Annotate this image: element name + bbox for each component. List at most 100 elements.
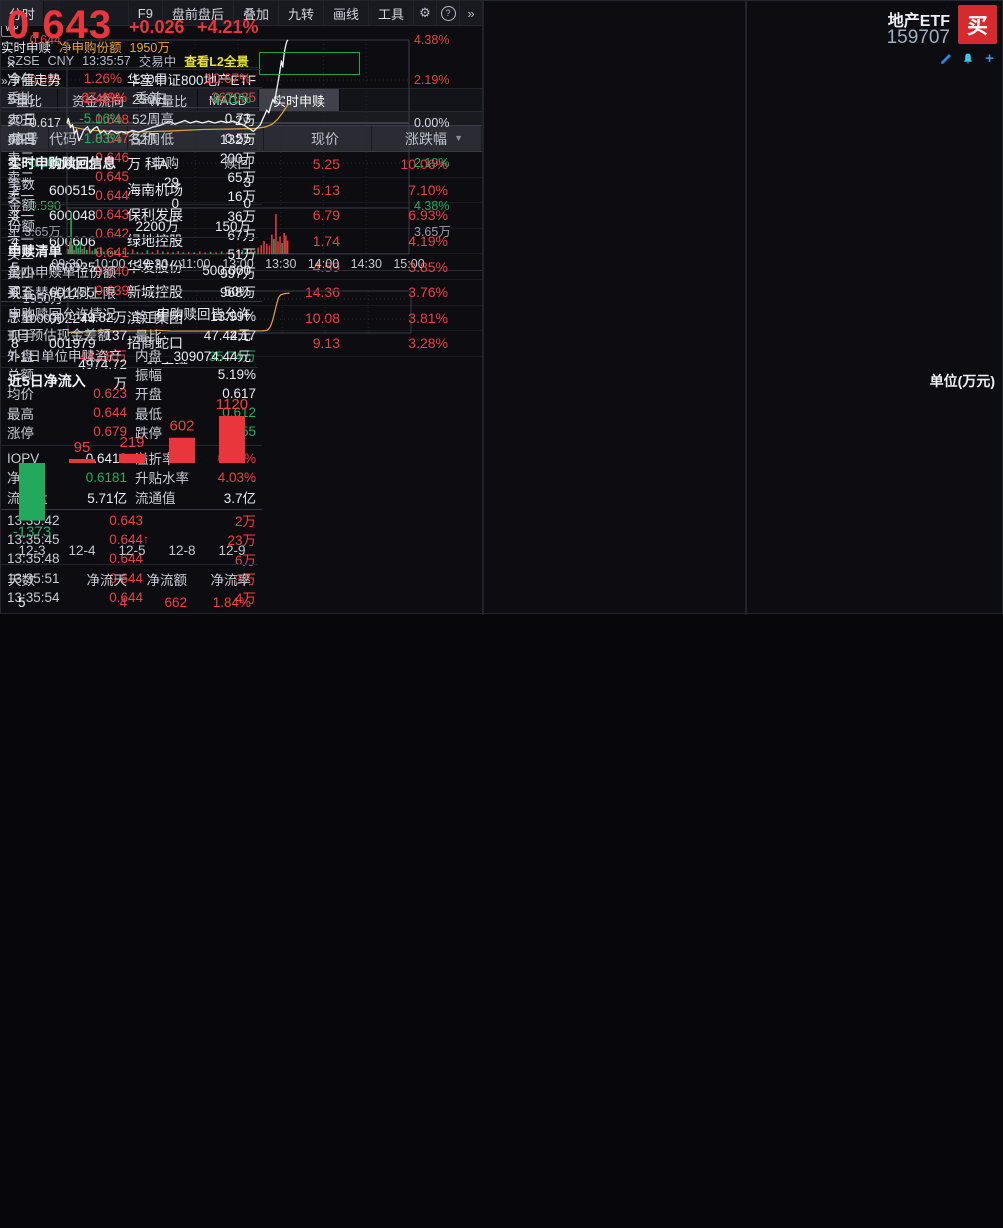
perf-value: 0.73 <box>192 111 251 126</box>
redemption-label: 现金替代比例上限 <box>8 282 224 302</box>
toolbar-item-工具[interactable]: 工具 <box>368 1 413 25</box>
performance-row: 60日-1.83% 52周低0.55 <box>1 128 258 148</box>
divider <box>1 564 258 565</box>
perf-value: 10.67% <box>192 71 251 86</box>
last-price: 0.643 <box>7 3 112 48</box>
perf-label: 今年 <box>8 68 50 88</box>
perf-value: -5.16% <box>50 111 122 126</box>
stat-value: 5.19% <box>199 367 256 382</box>
subscription-label: 金额 <box>8 194 116 214</box>
more-dots-icon[interactable]: ... <box>240 242 251 257</box>
divider <box>482 1 484 615</box>
edit-pencil-icon[interactable] <box>939 52 952 65</box>
cell-price: 8.18 <box>264 361 372 364</box>
net-inflow-unit: 单位(万元) <box>930 371 995 391</box>
subscription-col1: 申购 <box>116 152 179 172</box>
perf-label: 52周低 <box>132 128 192 148</box>
perf-value: 1.42% <box>50 91 122 106</box>
subscription-col2: 赎回 <box>179 152 251 172</box>
svg-text:12-5: 12-5 <box>118 543 145 558</box>
price-change: +0.026 <box>129 17 185 38</box>
cell-change: 3.28% <box>372 335 482 351</box>
flow-footer-values: 546621.84% <box>1 593 258 611</box>
trading-terminal: 分时 ▾ F9盘前盘后叠加九转画线工具 ⚙ ? » 159707[地产ETF] … <box>0 0 1003 614</box>
perf-label: 120日 <box>132 68 192 88</box>
flow-footer-label: 净流率 <box>187 569 251 589</box>
flow-footer-value: 662 <box>127 595 187 610</box>
cell-change: 6.93% <box>372 207 482 223</box>
svg-text:12-8: 12-8 <box>168 543 195 558</box>
toolbar-item-九转[interactable]: 九转 <box>278 1 323 25</box>
cell-change: 3.76% <box>372 284 482 300</box>
divider <box>1 367 258 368</box>
perf-label: 20日 <box>8 108 50 128</box>
redemption-row: 最小申赎单位份额500,000 <box>1 260 258 281</box>
redemption-label: T-1日单位申赎资产 <box>8 345 174 365</box>
add-plus-icon[interactable]: + <box>983 52 996 65</box>
redemption-row: T日预估现金差额47.44元 <box>1 323 258 344</box>
redemption-label: T日预估现金差额 <box>8 324 204 344</box>
flow-footer-value: 5 <box>8 595 58 610</box>
subscription-value: 0 <box>116 196 179 211</box>
settings-gear-icon[interactable]: ⚙ <box>413 1 436 25</box>
svg-text:4.38%: 4.38% <box>414 33 449 47</box>
flow-footer-value: 4 <box>58 595 127 610</box>
subscription-value: 0 <box>179 196 251 211</box>
perf-label: 52周高 <box>132 108 192 128</box>
cell-change: 10.06% <box>372 156 482 172</box>
info-panel: 地产ETF 159707 买 + 今年1.26%120日10.67%5日1.42… <box>1 978 258 1228</box>
svg-text:12-9: 12-9 <box>218 543 245 558</box>
perf-value: 0.55 <box>192 131 251 146</box>
cell-change: 2.00% <box>372 361 482 364</box>
alert-bell-icon[interactable] <box>961 52 974 65</box>
redemption-value: 47.44元 <box>204 324 251 344</box>
svg-text:-1373: -1373 <box>13 524 51 541</box>
perf-label: 5日 <box>8 88 50 108</box>
svg-text:95: 95 <box>74 439 91 456</box>
exchange: SZSE <box>7 54 40 68</box>
net-inflow-bar-chart: -137312-39512-421912-560212-8112012-9 <box>1 389 258 563</box>
subscription-header: 实时申购赎回信息申购赎回 <box>1 151 258 172</box>
cell-change: 7.10% <box>372 182 482 198</box>
subscription-value: 2200万 <box>116 215 179 235</box>
cell-change: 4.19% <box>372 233 482 249</box>
table-header-c-chg[interactable]: 涨跌幅▼ <box>372 126 482 151</box>
net-inflow-title: 近5日净流入 <box>8 371 86 391</box>
currency: CNY <box>48 54 74 68</box>
sort-down-icon[interactable]: ▼ <box>454 133 463 143</box>
buy-button[interactable]: 买 <box>958 5 997 44</box>
svg-text:2.19%: 2.19% <box>414 73 449 87</box>
subscription-label: 份额 <box>8 215 116 235</box>
redemption-header: 申赎清单... <box>1 239 258 260</box>
toolbar-item-画线[interactable]: 画线 <box>323 1 368 25</box>
svg-text:602: 602 <box>169 418 194 435</box>
subscription-row: 金额00 <box>1 193 258 214</box>
subscription-value: 150万 <box>179 215 251 235</box>
subscription-title: 实时申购赎回信息 <box>8 152 116 172</box>
redemption-row: 申购赎回允许情况申购赎回皆允许 <box>1 302 258 323</box>
subscription-value: 3 <box>179 175 251 190</box>
flow-footer-label: 净流天 <box>48 569 127 589</box>
perf-value: 1.26% <box>50 71 122 86</box>
redemption-value: 500,000 <box>202 263 251 278</box>
cell-change: 3.81% <box>372 310 482 326</box>
performance-row: 今年1.26% 120日10.67% <box>1 68 258 88</box>
perf-label: 60日 <box>8 128 50 148</box>
subscription-value: 29 <box>116 175 179 190</box>
redemption-row: T-1日单位申赎资产309074.44元 <box>1 344 258 365</box>
redemption-label: 最小申赎单位份额 <box>8 261 202 281</box>
performance-row: 20日-5.16% 52周高0.73 <box>1 108 258 128</box>
flow-footer-label: 天数 <box>8 569 48 589</box>
etf-code: 159707 <box>887 27 950 49</box>
svg-text:12-4: 12-4 <box>68 543 96 558</box>
svg-text:12-3: 12-3 <box>18 543 45 558</box>
toolbar-more-icon[interactable]: » <box>459 1 482 25</box>
perf-value: -1.83% <box>50 131 122 146</box>
subscription-row: 笔数293 <box>1 172 258 193</box>
redemption-label: 申购赎回允许情况 <box>8 303 157 323</box>
divider <box>1 149 258 150</box>
help-icon[interactable]: ? <box>436 1 459 25</box>
quote-time: 13:35:57 <box>82 54 131 68</box>
divider <box>1 237 258 238</box>
subscription-label: 笔数 <box>8 173 116 193</box>
